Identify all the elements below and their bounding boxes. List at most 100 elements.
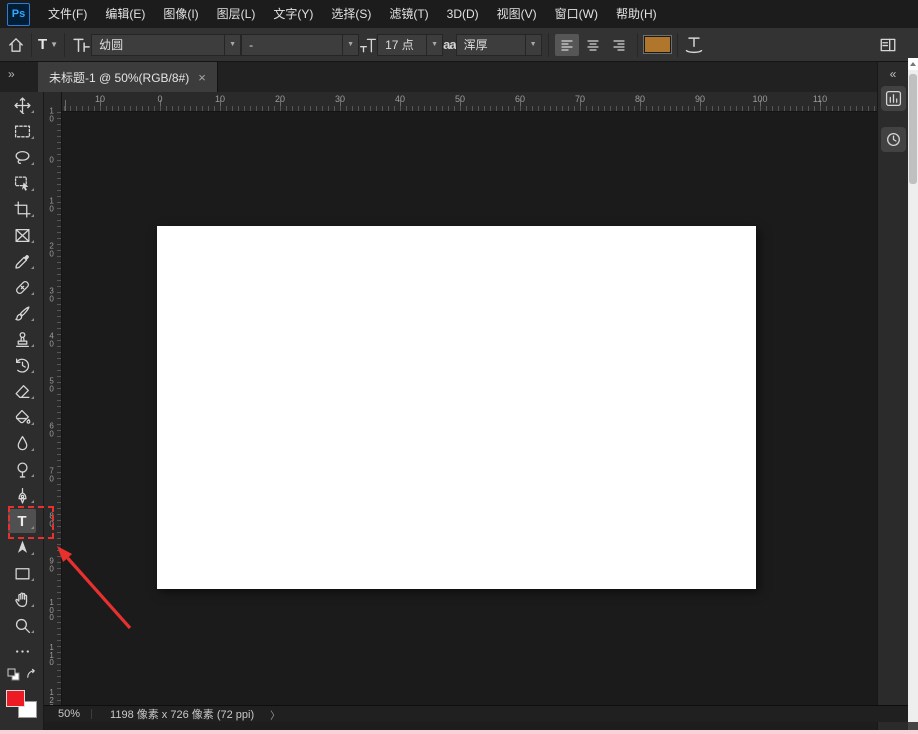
menu-3d[interactable]: 3D(D) <box>438 0 488 28</box>
canvas-workspace <box>62 112 877 705</box>
options-bar: T ▼ 幼圆 ▼ - ▼ 17 点 ▼ aa 浑厚 ▼ <box>0 28 918 62</box>
ruler-label: 70 <box>575 94 585 104</box>
document-info: 1198 像素 x 726 像素 (72 ppi) <box>92 706 262 722</box>
spot-healing-brush-tool[interactable] <box>0 274 44 300</box>
scrollbar-thumb[interactable] <box>909 74 917 184</box>
toolbar-collapse-icon[interactable]: » <box>0 62 38 92</box>
ruler-label: 0 <box>157 94 162 104</box>
font-family-value: 幼圆 <box>92 36 224 53</box>
align-center-button[interactable] <box>581 34 605 56</box>
font-size-select[interactable]: 17 点 ▼ <box>377 34 443 56</box>
zoom-tool[interactable] <box>0 612 44 638</box>
font-family-select[interactable]: 幼圆 ▼ <box>91 34 241 56</box>
pen-tool[interactable] <box>0 482 44 508</box>
menu-type[interactable]: 文字(Y) <box>264 0 322 28</box>
ruler-label: 60 <box>515 94 525 104</box>
eyedropper-tool[interactable] <box>0 248 44 274</box>
menu-window[interactable]: 窗口(W) <box>546 0 607 28</box>
rectangle-tool[interactable] <box>0 560 44 586</box>
ruler-label: 1 0 <box>49 198 53 213</box>
history-brush-tool[interactable] <box>0 352 44 378</box>
edit-toolbar-icon[interactable] <box>0 638 44 664</box>
menu-edit[interactable]: 编辑(E) <box>96 0 154 28</box>
adjustments-panel-icon[interactable] <box>881 86 906 111</box>
align-right-button[interactable] <box>607 34 631 56</box>
ruler-label: 7 0 <box>49 468 53 483</box>
ruler-label: 3 0 <box>49 288 53 303</box>
menu-help[interactable]: 帮助(H) <box>607 0 666 28</box>
text-orientation-icon[interactable] <box>71 35 91 55</box>
ruler-label: 10 <box>215 94 225 104</box>
menu-image[interactable]: 图像(I) <box>154 0 207 28</box>
ruler-label: 100 <box>752 94 767 104</box>
ruler-label: 10 <box>95 94 105 104</box>
frame-tool[interactable] <box>0 222 44 248</box>
scroll-up-icon[interactable] <box>908 58 918 70</box>
ruler-label: 30 <box>335 94 345 104</box>
horizontal-ruler: 100102030405060708090100110 <box>62 92 877 112</box>
dodge-tool[interactable] <box>0 456 44 482</box>
menu-select[interactable]: 选择(S) <box>322 0 380 28</box>
ruler-label: 2 0 <box>49 243 53 258</box>
document-tab[interactable]: 未标题-1 @ 50%(RGB/8#) × <box>38 62 218 92</box>
anti-alias-select[interactable]: 浑厚 ▼ <box>456 34 542 56</box>
hand-tool[interactable] <box>0 586 44 612</box>
chevron-down-icon: ▼ <box>50 40 58 49</box>
object-selection-tool[interactable] <box>0 170 44 196</box>
tool-preset-picker[interactable]: T ▼ <box>38 36 58 53</box>
lasso-tool[interactable] <box>0 144 44 170</box>
dock-collapse-icon[interactable]: « <box>878 62 908 81</box>
canvas[interactable] <box>157 226 756 589</box>
eraser-tool[interactable] <box>0 378 44 404</box>
ruler-label: 50 <box>455 94 465 104</box>
menu-view[interactable]: 视图(V) <box>488 0 546 28</box>
font-size-icon <box>359 36 377 54</box>
menu-filter[interactable]: 滤镜(T) <box>380 0 437 28</box>
bottom-edge-strip <box>0 730 918 734</box>
menu-layer[interactable]: 图层(L) <box>208 0 265 28</box>
toggle-panels-icon[interactable] <box>879 36 897 54</box>
default-colors-icon[interactable] <box>7 668 21 687</box>
blur-tool[interactable] <box>0 430 44 456</box>
document-tab-title: 未标题-1 @ 50%(RGB/8#) <box>49 69 189 86</box>
foreground-color-swatch[interactable] <box>6 690 25 707</box>
ruler-label: 0 <box>49 156 53 164</box>
chevron-down-icon: ▼ <box>224 35 240 55</box>
swap-colors-icon[interactable] <box>25 668 38 686</box>
paint-bucket-tool[interactable] <box>0 404 44 430</box>
anti-alias-icon: aa <box>443 37 455 52</box>
home-icon[interactable] <box>7 36 25 54</box>
chevron-down-icon: ▼ <box>525 35 541 55</box>
clone-stamp-tool[interactable] <box>0 326 44 352</box>
rectangular-marquee-tool[interactable] <box>0 118 44 144</box>
close-icon[interactable]: × <box>198 71 206 84</box>
ruler-label: 1 0 <box>49 108 53 123</box>
ruler-label: 1 1 0 <box>49 644 53 667</box>
align-left-button[interactable] <box>555 34 579 56</box>
chevron-down-icon: ▼ <box>426 35 442 55</box>
window-scrollbar[interactable] <box>908 58 918 734</box>
chevron-down-icon: ▼ <box>342 35 358 55</box>
zoom-level-field[interactable]: 50% <box>44 708 91 720</box>
photoshop-window: Ps 文件(F) 编辑(E) 图像(I) 图层(L) 文字(Y) 选择(S) 滤… <box>0 0 918 734</box>
history-panel-icon[interactable] <box>881 127 906 152</box>
ruler-label: 1 2 0 <box>49 689 53 705</box>
status-chevron-icon[interactable]: 〉 <box>262 707 280 722</box>
brush-tool[interactable] <box>0 300 44 326</box>
ruler-label: 40 <box>395 94 405 104</box>
status-bar: 50% 1198 像素 x 726 像素 (72 ppi) 〉 <box>44 705 908 722</box>
photoshop-logo: Ps <box>7 3 30 26</box>
move-tool[interactable] <box>0 92 44 118</box>
anti-alias-value: 浑厚 <box>457 36 525 53</box>
ruler-label: 90 <box>695 94 705 104</box>
ruler-label: 20 <box>275 94 285 104</box>
tools-panel: T <box>0 92 44 734</box>
ruler-label: 6 0 <box>49 423 53 438</box>
ruler-label: 4 0 <box>49 333 53 348</box>
warp-text-icon[interactable] <box>684 35 704 55</box>
font-style-select[interactable]: - ▼ <box>241 34 359 56</box>
crop-tool[interactable] <box>0 196 44 222</box>
text-color-swatch[interactable] <box>644 36 671 53</box>
menu-file[interactable]: 文件(F) <box>39 0 96 28</box>
font-size-value: 17 点 <box>378 36 426 53</box>
